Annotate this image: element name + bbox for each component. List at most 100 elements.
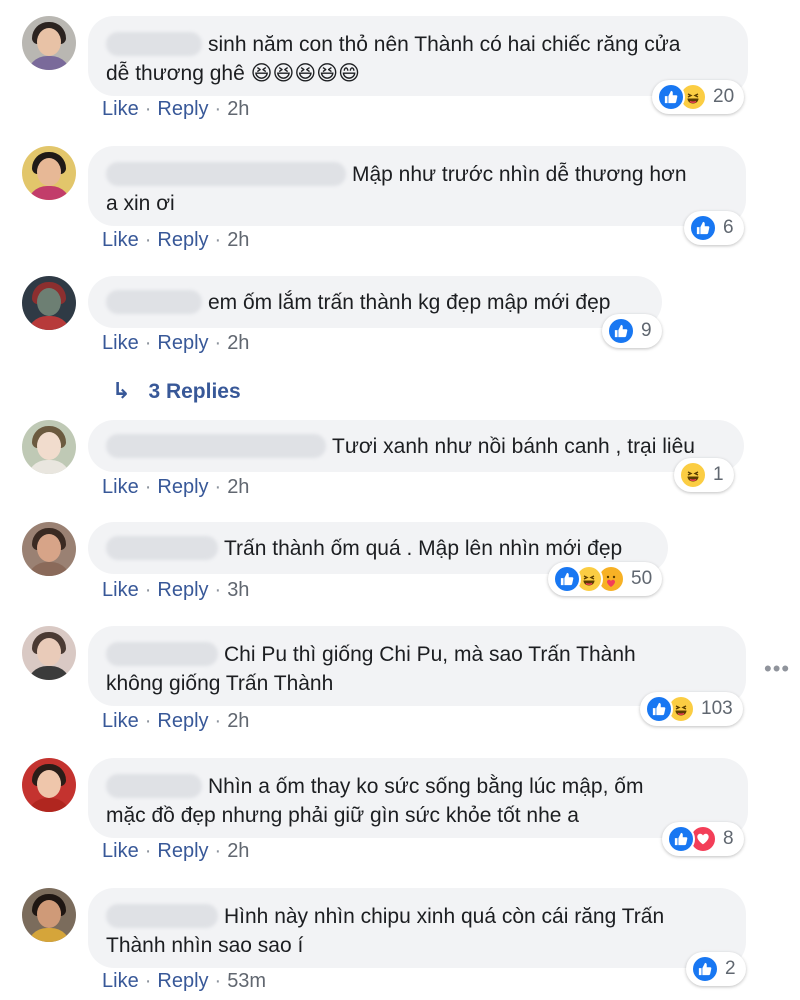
like-link[interactable]: Like <box>102 970 139 992</box>
reaction-count: 103 <box>701 698 733 719</box>
comment-text-line-2: a xin ơi <box>106 192 175 215</box>
comment-time[interactable]: 3h <box>227 579 249 601</box>
avatar-face-shape <box>37 534 61 562</box>
comment-actions: Like · Reply · 2h <box>102 229 250 251</box>
avatar[interactable] <box>22 276 76 330</box>
more-options-icon[interactable]: ••• <box>764 656 790 682</box>
avatar-face-shape <box>37 638 61 666</box>
reply-link[interactable]: Reply <box>157 229 208 251</box>
reaction-count: 9 <box>641 320 652 341</box>
comment-text-line-1: Trấn thành ốm quá . Mập lên nhìn mới đẹp <box>224 537 623 560</box>
comment-actions: Like · Reply · 2h <box>102 710 250 732</box>
author-name-blurred[interactable] <box>106 162 346 186</box>
like-reaction-icon <box>667 825 695 853</box>
comment-time[interactable]: 2h <box>227 710 249 732</box>
replies-count-label: 3 Replies <box>148 380 241 403</box>
comment-actions: Like · Reply · 2h <box>102 476 250 498</box>
avatar-body-shape <box>27 460 71 474</box>
comment-time[interactable]: 2h <box>227 476 249 498</box>
like-link[interactable]: Like <box>102 229 139 251</box>
comment-time[interactable]: 2h <box>227 229 249 251</box>
comment-text-line-1: Mập như trước nhìn dễ thương hơn <box>352 163 687 186</box>
reply-link[interactable]: Reply <box>157 98 208 120</box>
avatar-face-shape <box>37 900 61 928</box>
comment-text-line-2: mặc đồ đẹp nhưng phải giữ gìn sức khỏe t… <box>106 804 579 827</box>
comment-time[interactable]: 2h <box>227 840 249 862</box>
avatar-face-shape <box>37 770 61 798</box>
avatar[interactable] <box>22 420 76 474</box>
avatar[interactable] <box>22 626 76 680</box>
like-link[interactable]: Like <box>102 476 139 498</box>
reply-link[interactable]: Reply <box>157 476 208 498</box>
reply-link[interactable]: Reply <box>157 970 208 992</box>
avatar-face-shape <box>37 28 61 56</box>
author-name-blurred[interactable] <box>106 434 326 458</box>
avatar-body-shape <box>27 798 71 812</box>
comment-actions: Like · Reply · 2h <box>102 98 250 120</box>
comment-text-line-1: Chi Pu thì giống Chi Pu, mà sao Trấn Thà… <box>224 643 636 666</box>
view-replies-link[interactable]: ↳ 3 Replies <box>112 378 241 404</box>
comment-bubble: em ốm lắm trấn thành kg đẹp mập mới đẹp <box>88 276 662 328</box>
like-link[interactable]: Like <box>102 710 139 732</box>
haha-reaction-icon <box>679 461 707 489</box>
avatar-body-shape <box>27 562 71 576</box>
comment-bubble: sinh năm con thỏ nên Thành có hai chiếc … <box>88 16 748 96</box>
comment-text-line-1: Hình này nhìn chipu xinh quá còn cái răn… <box>224 905 665 928</box>
reply-link[interactable]: Reply <box>157 332 208 354</box>
like-link[interactable]: Like <box>102 840 139 862</box>
like-reaction-icon <box>645 695 673 723</box>
like-link[interactable]: Like <box>102 98 139 120</box>
avatar[interactable] <box>22 16 76 70</box>
like-reaction-icon <box>553 565 581 593</box>
author-name-blurred[interactable] <box>106 904 218 928</box>
comment-time[interactable]: 2h <box>227 98 249 120</box>
like-reaction-icon <box>691 955 719 983</box>
comment-text-line-2: dễ thương ghê 😆😆😆😆😄 <box>106 62 361 85</box>
comment-actions: Like · Reply · 2h <box>102 332 250 354</box>
comment-text-line-1: Nhìn a ốm thay ko sức sống bằng lúc mập,… <box>208 775 644 798</box>
reaction-summary[interactable]: 50 <box>548 562 663 596</box>
reaction-summary[interactable]: 9 <box>602 314 662 348</box>
author-name-blurred[interactable] <box>106 642 218 666</box>
reaction-count: 2 <box>725 958 736 979</box>
like-reaction-icon <box>689 214 717 242</box>
reply-link[interactable]: Reply <box>157 840 208 862</box>
avatar-face-shape <box>37 432 61 460</box>
comment-bubble: Hình này nhìn chipu xinh quá còn cái răn… <box>88 888 746 968</box>
avatar-face-shape <box>37 158 61 186</box>
comment-time[interactable]: 53m <box>227 970 266 992</box>
comment-actions: Like · Reply · 53m <box>102 970 267 992</box>
author-name-blurred[interactable] <box>106 774 202 798</box>
avatar-body-shape <box>27 56 71 70</box>
reply-link[interactable]: Reply <box>157 710 208 732</box>
like-link[interactable]: Like <box>102 332 139 354</box>
avatar-body-shape <box>27 186 71 200</box>
reaction-count: 1 <box>713 464 724 485</box>
author-name-blurred[interactable] <box>106 536 218 560</box>
author-name-blurred[interactable] <box>106 32 202 56</box>
reaction-summary[interactable]: 20 <box>652 80 745 114</box>
avatar-face-shape <box>37 288 61 316</box>
comment-bubble: Tươi xanh như nồi bánh canh , trại liêu <box>88 420 744 472</box>
like-reaction-icon <box>607 317 635 345</box>
reaction-count: 8 <box>723 828 734 849</box>
reply-link[interactable]: Reply <box>157 579 208 601</box>
reaction-summary[interactable]: 2 <box>686 952 746 986</box>
like-link[interactable]: Like <box>102 579 139 601</box>
author-name-blurred[interactable] <box>106 290 202 314</box>
avatar[interactable] <box>22 522 76 576</box>
avatar[interactable] <box>22 758 76 812</box>
comment-text-line-1: sinh năm con thỏ nên Thành có hai chiếc … <box>208 33 681 56</box>
comment-actions: Like · Reply · 2h <box>102 840 250 862</box>
reaction-summary[interactable]: 1 <box>674 458 734 492</box>
reaction-summary[interactable]: 8 <box>662 822 744 856</box>
reaction-count: 6 <box>723 217 734 238</box>
comment-time[interactable]: 2h <box>227 332 249 354</box>
avatar-body-shape <box>27 666 71 680</box>
reaction-count: 20 <box>713 86 735 107</box>
comment-bubble: Nhìn a ốm thay ko sức sống bằng lúc mập,… <box>88 758 748 838</box>
reaction-summary[interactable]: 103 <box>640 692 743 726</box>
reaction-summary[interactable]: 6 <box>684 211 744 245</box>
avatar[interactable] <box>22 888 76 942</box>
avatar[interactable] <box>22 146 76 200</box>
